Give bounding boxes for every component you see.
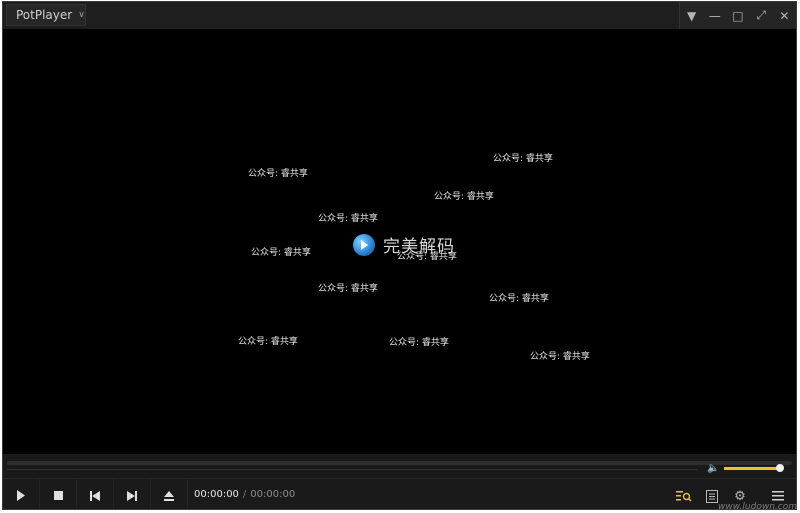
logo-icon — [353, 233, 375, 256]
previous-icon — [90, 490, 100, 501]
current-time: 00:00:00 — [194, 489, 239, 500]
next-button[interactable] — [114, 479, 151, 509]
watermark-text: 公众号: 睿共享 — [248, 169, 308, 179]
app-menu-button[interactable]: PotPlayer ∨ — [6, 4, 86, 26]
watermark-text: 公众号: 睿共享 — [530, 352, 590, 362]
fullscreen-icon[interactable]: ⤢ — [752, 8, 770, 23]
volume-icon[interactable]: 🔈 — [707, 463, 719, 474]
seek-bar[interactable] — [7, 461, 792, 465]
seek-track — [7, 469, 697, 470]
next-icon — [127, 490, 137, 501]
watermark-text: 公众号: 睿共享 — [318, 284, 378, 294]
potplayer-window: PotPlayer ∨ ▼ — □ ⤢ ✕ 公众号: 睿共享 公众号: 睿共享 … — [2, 1, 797, 510]
play-button[interactable] — [3, 479, 40, 509]
stop-button[interactable] — [40, 479, 77, 509]
volume-knob[interactable] — [776, 464, 784, 472]
maximize-icon[interactable]: □ — [729, 9, 747, 23]
minimize-icon[interactable]: — — [706, 9, 724, 23]
play-icon — [17, 490, 25, 501]
time-separator: / — [242, 489, 247, 500]
window-controls: ▼ — □ ⤢ ✕ — [679, 2, 796, 29]
logo-text: 完美解码 — [383, 237, 455, 257]
duration: 00:00:00 — [250, 489, 296, 500]
eject-button[interactable] — [151, 479, 188, 509]
volume-slider[interactable] — [724, 467, 780, 470]
playlist-search-icon — [676, 491, 692, 502]
watermark-text: 公众号: 睿共享 — [389, 338, 449, 348]
video-area[interactable]: 公众号: 睿共享 公众号: 睿共享 公众号: 睿共享 公众号: 睿共享 公众号:… — [3, 29, 796, 454]
control-panel: 🔈 00:00:00/00:00:00 ⚙ — [3, 454, 796, 509]
watermark-text: 公众号: 睿共享 — [251, 248, 311, 258]
menu-icon — [772, 491, 784, 501]
app-title: PotPlayer — [16, 8, 73, 22]
watermark-text: 公众号: 睿共享 — [489, 294, 549, 304]
previous-button[interactable] — [77, 479, 114, 509]
time-display: 00:00:00/00:00:00 — [194, 489, 295, 500]
chevron-down-icon: ∨ — [78, 10, 85, 20]
pin-icon[interactable]: ▼ — [683, 9, 701, 23]
title-bar: PotPlayer ∨ ▼ — □ ⤢ ✕ — [3, 2, 796, 30]
button-bar: 00:00:00/00:00:00 ⚙ — [3, 478, 796, 509]
stop-icon — [53, 491, 63, 500]
playlist-search-button[interactable] — [672, 485, 696, 507]
volume-fill — [724, 467, 780, 470]
eject-icon — [164, 490, 174, 501]
close-icon[interactable]: ✕ — [775, 9, 793, 23]
watermark-text: 公众号: 睿共享 — [318, 214, 378, 224]
chapters-icon — [706, 489, 718, 503]
site-watermark: www.ludown.com — [718, 502, 797, 512]
splash-logo: 完美解码 — [353, 232, 455, 257]
watermark-text: 公众号: 睿共享 — [493, 154, 553, 164]
watermark-text: 公众号: 睿共享 — [238, 337, 298, 347]
watermark-text: 公众号: 睿共享 — [434, 192, 494, 202]
